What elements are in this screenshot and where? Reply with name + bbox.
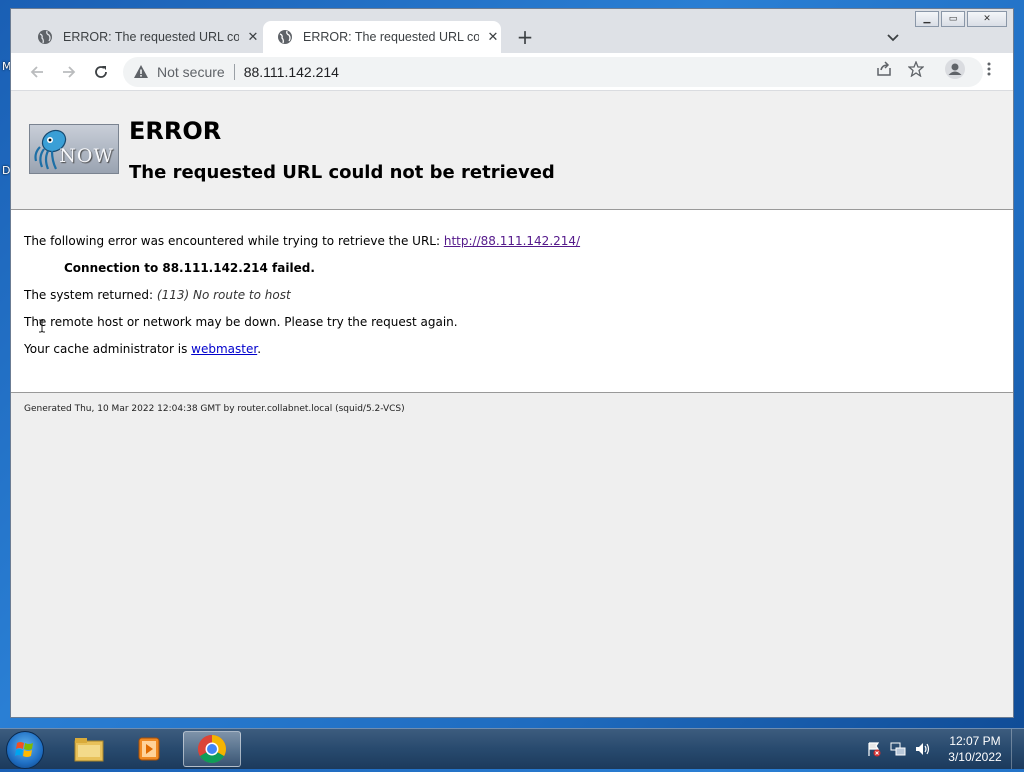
retry-hint-line: The remote host or network may be down. … <box>24 315 458 329</box>
address-bar[interactable]: Not secure 88.111.142.214 <box>123 57 983 87</box>
clock-date: 3/10/2022 <box>948 750 1002 764</box>
action-center-flag-icon[interactable] <box>866 741 882 757</box>
text-cursor-icon <box>39 319 45 333</box>
tab-2[interactable]: ERROR: The requested URL could not be re… <box>263 21 501 53</box>
omnibox-divider <box>233 64 235 80</box>
system-tray <box>866 741 930 757</box>
logo-text: NOW <box>59 145 114 167</box>
webmaster-link[interactable]: webmaster <box>191 342 257 356</box>
menu-button[interactable] <box>979 59 999 79</box>
start-button[interactable] <box>6 731 44 769</box>
admin-suffix: . <box>257 342 262 356</box>
window-controls: ▁ ▭ ✕ <box>913 11 1007 27</box>
tab-close-icon[interactable]: ✕ <box>485 29 501 45</box>
system-returned-prefix: The system returned: <box>24 288 157 302</box>
volume-icon[interactable] <box>914 741 930 757</box>
squid-logo: NOW <box>29 124 119 174</box>
share-icon <box>877 61 891 76</box>
kebab-menu-icon <box>987 62 991 76</box>
admin-prefix: Your cache administrator is <box>24 342 192 356</box>
security-label[interactable]: Not secure <box>157 64 225 80</box>
star-icon <box>908 61 924 77</box>
taskbar: 12:07 PM 3/10/2022 <box>0 728 1024 769</box>
minimize-button[interactable]: ▁ <box>915 11 939 27</box>
taskbar-chrome[interactable] <box>183 731 241 767</box>
show-desktop-button[interactable] <box>1011 729 1024 769</box>
error-url-line: The following error was encountered whil… <box>24 234 580 248</box>
admin-line: Your cache administrator is webmaster. <box>24 342 261 356</box>
close-window-button[interactable]: ✕ <box>967 11 1007 27</box>
maximize-button[interactable]: ▭ <box>941 11 965 27</box>
taskbar-clock[interactable]: 12:07 PM 3/10/2022 <box>940 733 1010 765</box>
generated-footer: Generated Thu, 10 Mar 2022 12:04:38 GMT … <box>24 404 405 414</box>
profile-button[interactable] <box>945 59 965 79</box>
tab-title: ERROR: The requested URL could not be re… <box>63 30 239 44</box>
page-title: ERROR <box>129 117 222 145</box>
media-player-icon <box>138 737 160 761</box>
share-button[interactable] <box>874 59 894 79</box>
back-button[interactable] <box>27 62 47 82</box>
forward-arrow-icon <box>63 66 76 78</box>
browser-toolbar: Not secure 88.111.142.214 <box>11 53 1013 91</box>
page-subtitle: The requested URL could not be retrieved <box>129 162 555 183</box>
browser-window: ERROR: The requested URL could not be re… <box>10 8 1014 718</box>
error-body: The following error was encountered whil… <box>11 210 1013 393</box>
folder-icon <box>74 738 104 762</box>
reload-button[interactable] <box>91 62 111 82</box>
error-header: NOW ERROR The requested URL could not be… <box>11 91 1013 210</box>
connection-failed-line: Connection to 88.111.142.214 failed. <box>64 261 315 275</box>
error-url-prefix: The following error was encountered whil… <box>24 234 444 248</box>
bookmark-button[interactable] <box>906 59 926 79</box>
reload-icon <box>95 66 107 78</box>
tab-strip: ERROR: The requested URL could not be re… <box>11 9 1013 53</box>
tab-title: ERROR: The requested URL could not be re… <box>303 30 479 44</box>
chrome-icon <box>198 735 226 763</box>
clock-time: 12:07 PM <box>949 734 1001 748</box>
system-returned-line: The system returned: (113) No route to h… <box>24 288 291 302</box>
new-tab-button[interactable]: + <box>513 25 537 49</box>
avatar-icon <box>945 59 965 79</box>
taskbar-explorer[interactable] <box>60 731 118 767</box>
forward-button[interactable] <box>59 62 79 82</box>
warning-icon[interactable] <box>133 64 149 80</box>
url-text[interactable]: 88.111.142.214 <box>244 64 339 80</box>
windows-logo-icon <box>15 742 33 757</box>
error-url-link[interactable]: http://88.111.142.214/ <box>444 234 580 248</box>
network-icon[interactable] <box>890 741 906 757</box>
tab-close-icon[interactable]: ✕ <box>245 29 261 45</box>
tab-search-chevron-icon[interactable] <box>883 27 903 47</box>
globe-icon <box>278 30 292 44</box>
back-arrow-icon <box>30 66 43 78</box>
system-returned-detail: (113) No route to host <box>156 288 291 302</box>
tab-1[interactable]: ERROR: The requested URL could not be re… <box>23 21 261 53</box>
globe-icon <box>38 30 52 44</box>
page-content: NOW ERROR The requested URL could not be… <box>11 91 1013 717</box>
taskbar-media-player[interactable] <box>120 731 178 767</box>
